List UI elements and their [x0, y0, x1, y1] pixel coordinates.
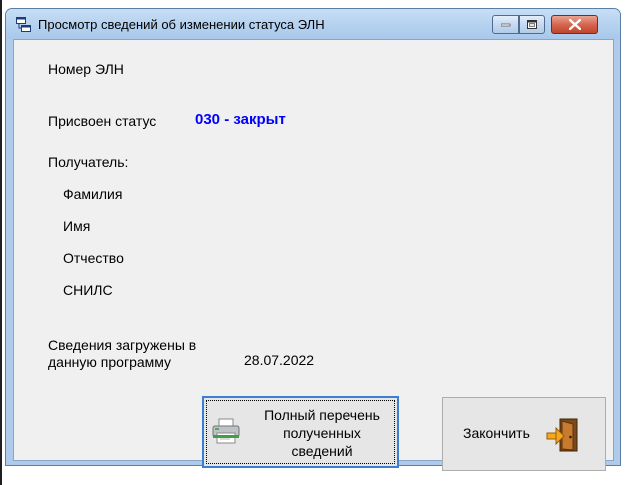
- surname-label: Фамилия: [63, 186, 123, 202]
- printer-icon: [212, 418, 240, 444]
- minimize-button[interactable]: [492, 15, 519, 34]
- full-list-line2: полученных: [283, 425, 361, 441]
- background-window-edge: [0, 0, 2, 485]
- close-icon: [568, 19, 581, 30]
- full-list-line3: сведений: [291, 443, 353, 459]
- patronymic-label: Отчество: [63, 250, 124, 266]
- status-label: Присвоен статус: [48, 113, 157, 129]
- full-list-line1: Полный перечень: [264, 407, 380, 423]
- snils-label: СНИЛС: [63, 282, 113, 298]
- window-title: Просмотр сведений об изменении статуса Э…: [38, 17, 325, 32]
- window-app-icon: [16, 17, 31, 32]
- loaded-date: 28.07.2022: [244, 352, 315, 368]
- exit-door-icon: [546, 418, 578, 452]
- maximize-icon: [527, 20, 537, 29]
- full-list-button-label: Полный перечень полученных сведений: [252, 406, 392, 460]
- minimize-icon: [500, 23, 510, 26]
- name-label: Имя: [63, 218, 91, 234]
- close-button[interactable]: [551, 15, 598, 34]
- maximize-button[interactable]: [519, 15, 545, 34]
- eln-number-label: Номер ЭЛН: [48, 61, 124, 77]
- full-list-button[interactable]: Полный перечень полученных сведений: [202, 396, 399, 468]
- finish-button[interactable]: Закончить: [442, 397, 606, 471]
- loaded-label-line2: данную программу: [48, 354, 172, 370]
- dialog-client-area: Номер ЭЛН Присвоен статус 030 - закрыт П…: [13, 39, 614, 471]
- status-change-dialog: Просмотр сведений об изменении статуса Э…: [5, 8, 621, 471]
- finish-button-label: Закончить: [463, 425, 530, 441]
- status-value: 030 - закрыт: [195, 111, 286, 128]
- title-bar[interactable]: Просмотр сведений об изменении статуса Э…: [6, 9, 620, 39]
- loaded-label-line1: Сведения загружены в: [48, 337, 197, 353]
- recipient-label: Получатель:: [48, 154, 129, 170]
